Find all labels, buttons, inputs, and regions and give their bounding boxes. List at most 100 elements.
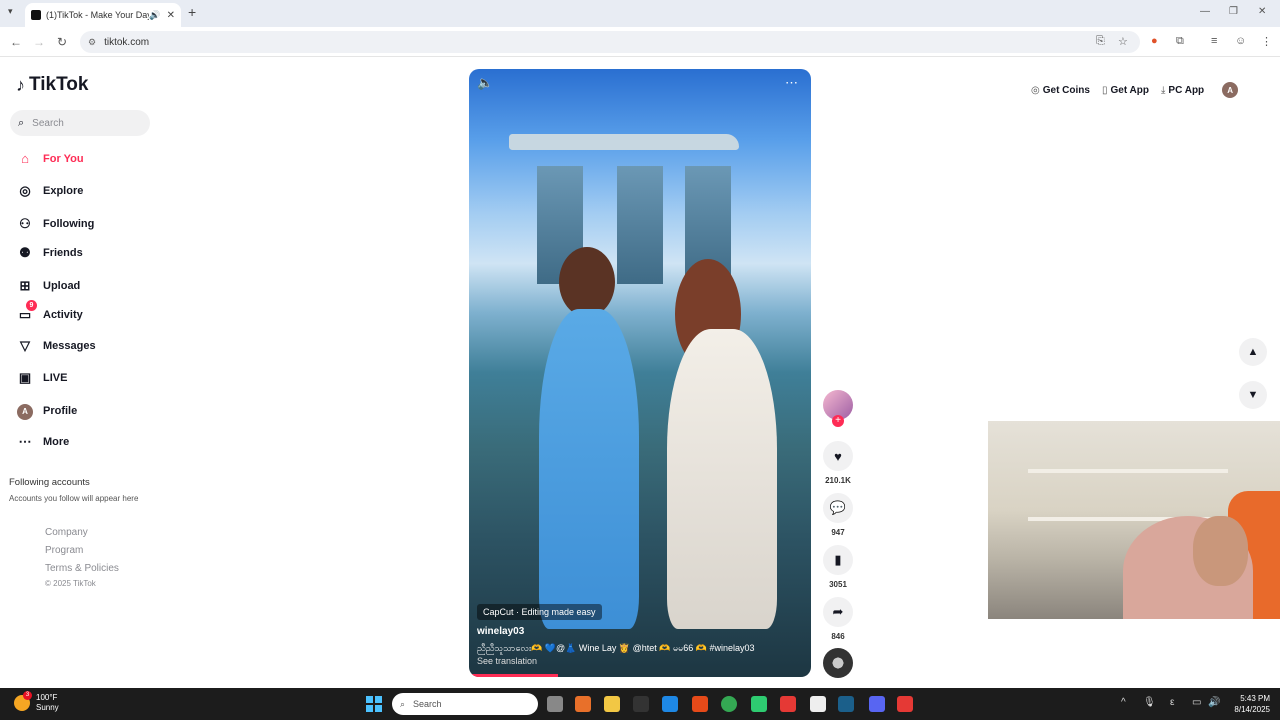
steam-icon[interactable] xyxy=(838,696,854,712)
comment-button[interactable]: 💬 xyxy=(823,493,853,523)
profile-avatar: A xyxy=(16,402,34,420)
send-icon: ▽ xyxy=(20,338,30,353)
chevron-up-icon: ▲ xyxy=(1247,346,1259,358)
file-icon[interactable] xyxy=(810,696,826,712)
profile-icon[interactable]: ☺ xyxy=(1235,35,1246,47)
language-icon[interactable]: ε xyxy=(1170,697,1174,708)
speaker-icon[interactable]: 🔊 xyxy=(1208,697,1220,708)
footer-link-company[interactable]: Company xyxy=(45,527,88,538)
sun-icon: 3 xyxy=(14,691,32,711)
home-icon: ⌂ xyxy=(21,151,29,166)
sidebar-item-label: Activity xyxy=(43,309,83,321)
site-info-icon[interactable]: ⚙ xyxy=(88,37,96,48)
chrome-icon[interactable] xyxy=(721,696,737,712)
taskbar-search[interactable]: ⌕ Search xyxy=(392,693,538,715)
tray-overflow-icon[interactable]: ^ xyxy=(1121,697,1126,708)
taskbar-search-placeholder: Search xyxy=(413,699,442,709)
bookmark-icon: ▮ xyxy=(834,552,842,567)
video-username[interactable]: winelay03 xyxy=(477,626,524,637)
video-player[interactable]: 🔈 ⋯ CapCut · Editing made easy winelay03… xyxy=(469,69,811,677)
like-button[interactable]: ♥ xyxy=(823,441,853,471)
person-left xyxy=(539,309,639,629)
previous-video-button[interactable]: ▲ xyxy=(1239,338,1267,366)
next-video-button[interactable]: ▼ xyxy=(1239,381,1267,409)
footer-link-program[interactable]: Program xyxy=(45,545,83,556)
footer-link-terms[interactable]: Terms & Policies xyxy=(45,563,119,574)
avatar: A xyxy=(17,403,33,420)
clock-time: 5:43 PM xyxy=(1240,694,1270,703)
system-clock[interactable]: 5:43 PM 8/14/2025 xyxy=(1224,693,1270,715)
forward-icon[interactable]: → xyxy=(33,35,45,49)
sidebar-item-label: LIVE xyxy=(43,372,68,384)
follow-plus-icon[interactable]: + xyxy=(832,415,844,427)
extensions-puzzle-icon[interactable]: ⧉ xyxy=(1176,35,1184,48)
capcut-label[interactable]: CapCut · Editing made easy xyxy=(477,604,602,620)
share-button[interactable]: ➦ xyxy=(823,597,853,627)
task-view-icon[interactable] xyxy=(547,696,563,712)
download-icon: ⤓ xyxy=(1161,84,1166,96)
sidebar-item-upload[interactable]: ⊞ Upload xyxy=(16,278,81,294)
minimize-icon[interactable]: — xyxy=(1200,6,1210,17)
more-icon: ⋯ xyxy=(18,434,32,449)
file-explorer-icon[interactable] xyxy=(604,696,620,712)
see-translation-link[interactable]: See translation xyxy=(477,656,537,666)
tab-audio-icon[interactable]: 🔊 xyxy=(149,10,160,21)
get-app-button[interactable]: ▯ Get App xyxy=(1102,85,1149,96)
weather-condition: Sunny xyxy=(36,703,59,712)
weather-widget[interactable]: 3 100°F Sunny xyxy=(14,691,59,713)
music-disc-icon[interactable] xyxy=(823,648,853,678)
extension-icon[interactable]: ● xyxy=(1151,35,1158,47)
search-icon: ⌕ xyxy=(18,116,25,129)
microphone-icon[interactable]: 🎙 xyxy=(1143,697,1156,708)
tab-search-chevron-icon[interactable]: ▾ xyxy=(8,6,13,17)
media-control-icon[interactable]: ≡ xyxy=(1211,35,1217,47)
save-count: 3051 xyxy=(829,580,847,589)
phone-icon: ▯ xyxy=(1101,84,1108,96)
streamer-head xyxy=(1193,516,1248,586)
save-button[interactable]: ▮ xyxy=(823,545,853,575)
video-progress-bar[interactable] xyxy=(469,674,558,677)
tiktok-logo[interactable]: ♪ TikTok xyxy=(16,74,88,96)
video-more-icon[interactable]: ⋯ xyxy=(785,75,798,91)
reload-icon[interactable]: ↻ xyxy=(57,35,67,49)
sidebar-item-label: For You xyxy=(43,152,84,165)
bookmark-star-icon[interactable]: ☆ xyxy=(1118,35,1128,48)
sidebar-item-label: Profile xyxy=(43,404,78,417)
pc-app-button[interactable]: ⤓ PC App xyxy=(1161,85,1204,96)
sidebar-item-more[interactable]: ⋯ More xyxy=(16,434,70,450)
get-coins-button[interactable]: ◎ Get Coins xyxy=(1031,85,1090,96)
tab-close-icon[interactable]: ✕ xyxy=(167,10,175,21)
user-avatar[interactable]: A xyxy=(1222,82,1239,98)
discord-icon[interactable] xyxy=(869,696,885,712)
app-icon[interactable] xyxy=(633,696,649,712)
sidebar-item-messages[interactable]: ▽ Messages xyxy=(16,338,96,354)
sidebar-item-following[interactable]: ⚇ Following xyxy=(16,216,94,232)
search-input[interactable]: ⌕ Search xyxy=(10,110,150,136)
app-icon[interactable] xyxy=(751,696,767,712)
app-icon[interactable] xyxy=(897,696,913,712)
app-icon[interactable] xyxy=(575,696,591,712)
restore-icon[interactable]: ❐ xyxy=(1229,6,1238,17)
browser-menu-icon[interactable]: ⋮ xyxy=(1261,35,1272,48)
sidebar-item-activity[interactable]: ▭ 9 Activity xyxy=(16,300,83,323)
address-bar[interactable]: ⚙ tiktok.com xyxy=(80,31,1140,53)
window-close-icon[interactable]: ✕ xyxy=(1258,6,1266,17)
app-icon[interactable] xyxy=(780,696,796,712)
weather-badge: 3 xyxy=(23,691,32,700)
sidebar-item-explore[interactable]: ◎ Explore xyxy=(16,183,83,199)
sidebar-item-live[interactable]: ▣ LIVE xyxy=(16,370,68,386)
steam-icon[interactable] xyxy=(662,696,678,712)
sidebar-item-friends[interactable]: ⚉ Friends xyxy=(16,245,83,261)
back-icon[interactable]: ← xyxy=(10,35,22,49)
brave-icon[interactable] xyxy=(692,696,708,712)
start-button[interactable] xyxy=(366,696,382,712)
sidebar-item-profile[interactable]: A Profile xyxy=(16,402,77,420)
user-follow-icon: ⚇ xyxy=(19,216,31,231)
new-tab-button[interactable]: + xyxy=(188,4,196,20)
network-icon[interactable]: ▭ xyxy=(1192,697,1201,708)
volume-icon[interactable]: 🔈 xyxy=(477,75,493,91)
shelf-shape xyxy=(1028,469,1228,473)
install-app-icon[interactable]: ⎘ xyxy=(1096,35,1105,48)
browser-tab-tiktok[interactable]: (1)TikTok - Make Your Day 🔊 ✕ xyxy=(25,3,181,27)
sidebar-item-for-you[interactable]: ⌂ For You xyxy=(16,151,84,166)
